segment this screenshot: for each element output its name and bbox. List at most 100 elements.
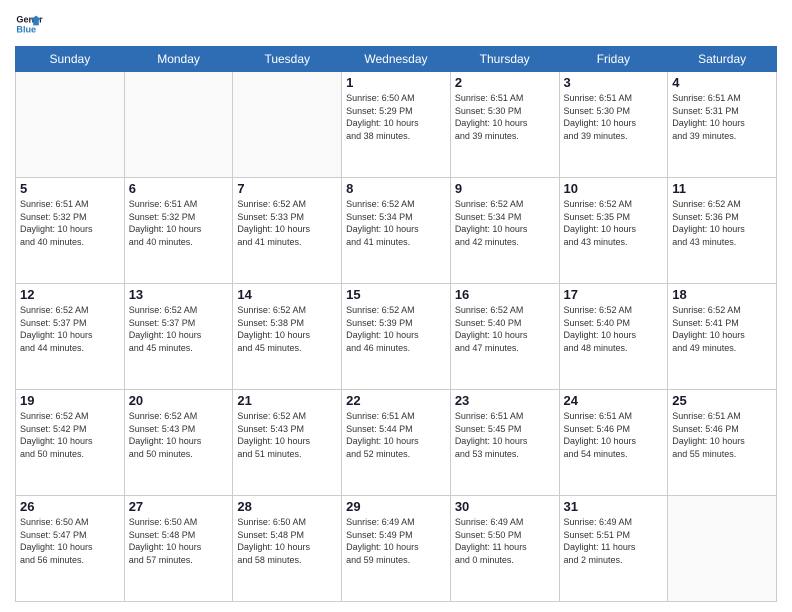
calendar-cell: 16Sunrise: 6:52 AM Sunset: 5:40 PM Dayli…	[450, 284, 559, 390]
calendar-cell: 29Sunrise: 6:49 AM Sunset: 5:49 PM Dayli…	[342, 496, 451, 602]
day-number: 31	[564, 499, 664, 514]
day-number: 21	[237, 393, 337, 408]
day-info: Sunrise: 6:50 AM Sunset: 5:29 PM Dayligh…	[346, 92, 446, 142]
page: General Blue SundayMondayTuesdayWednesda…	[0, 0, 792, 612]
logo: General Blue	[15, 10, 43, 38]
week-row-3: 19 Sunrise: 6:52 AM Sunset: 5:42 PM Dayli…	[16, 390, 777, 496]
day-info: Sunrise: 6:50 AM Sunset: 5:47 PM Dayligh…	[20, 516, 120, 566]
day-number: 6	[129, 181, 229, 196]
day-number: 25	[672, 393, 772, 408]
calendar-cell: 12 Sunrise: 6:52 AM Sunset: 5:37 PM Dayli…	[16, 284, 125, 390]
day-info: Sunrise: 6:52 AM Sunset: 5:34 PM Dayligh…	[455, 198, 555, 248]
day-info: Sunrise: 6:52 AM Sunset: 5:37 PM Dayligh…	[129, 304, 229, 354]
week-row-0: 1 Sunrise: 6:50 AM Sunset: 5:29 PM Daylig…	[16, 72, 777, 178]
calendar-cell: 2 Sunrise: 6:51 AM Sunset: 5:30 PM Daylig…	[450, 72, 559, 178]
day-number: 16	[455, 287, 555, 302]
day-number: 11	[672, 181, 772, 196]
day-info: Sunrise: 6:49 AM Sunset: 5:51 PM Dayligh…	[564, 516, 664, 566]
day-number: 19	[20, 393, 120, 408]
day-number: 13	[129, 287, 229, 302]
day-number: 17	[564, 287, 664, 302]
calendar-cell: 17 Sunrise: 6:52 AM Sunset: 5:40 PM Dayli…	[559, 284, 668, 390]
day-info: Sunrise: 6:50 AM Sunset: 5:48 PM Dayligh…	[129, 516, 229, 566]
day-info: Sunrise: 6:51 AM Sunset: 5:46 PM Dayligh…	[672, 410, 772, 460]
day-info: Sunrise: 6:52 AM Sunset: 5:33 PM Dayligh…	[237, 198, 337, 248]
day-info: Sunrise: 6:51 AM Sunset: 5:30 PM Dayligh…	[455, 92, 555, 142]
day-info: Sunrise: 6:49 AM Sunset: 5:50 PM Dayligh…	[455, 516, 555, 566]
day-number: 8	[346, 181, 446, 196]
day-number: 9	[455, 181, 555, 196]
calendar-cell: 11Sunrise: 6:52 AM Sunset: 5:36 PM Dayli…	[668, 178, 777, 284]
calendar-cell	[233, 72, 342, 178]
day-number: 27	[129, 499, 229, 514]
day-info: Sunrise: 6:50 AM Sunset: 5:48 PM Dayligh…	[237, 516, 337, 566]
header: General Blue	[15, 10, 777, 38]
weekday-header-tuesday: Tuesday	[233, 47, 342, 72]
day-info: Sunrise: 6:52 AM Sunset: 5:43 PM Dayligh…	[237, 410, 337, 460]
day-info: Sunrise: 6:52 AM Sunset: 5:38 PM Dayligh…	[237, 304, 337, 354]
weekday-header-row: SundayMondayTuesdayWednesdayThursdayFrid…	[16, 47, 777, 72]
calendar-cell	[124, 72, 233, 178]
day-info: Sunrise: 6:52 AM Sunset: 5:39 PM Dayligh…	[346, 304, 446, 354]
logo-icon: General Blue	[15, 10, 43, 38]
calendar-cell: 25 Sunrise: 6:51 AM Sunset: 5:46 PM Dayli…	[668, 390, 777, 496]
calendar-cell: 10Sunrise: 6:52 AM Sunset: 5:35 PM Dayli…	[559, 178, 668, 284]
day-number: 30	[455, 499, 555, 514]
calendar-cell: 18 Sunrise: 6:52 AM Sunset: 5:41 PM Dayli…	[668, 284, 777, 390]
calendar-cell: 6 Sunrise: 6:51 AM Sunset: 5:32 PM Daylig…	[124, 178, 233, 284]
day-number: 1	[346, 75, 446, 90]
day-info: Sunrise: 6:51 AM Sunset: 5:32 PM Dayligh…	[20, 198, 120, 248]
day-info: Sunrise: 6:51 AM Sunset: 5:32 PM Dayligh…	[129, 198, 229, 248]
day-info: Sunrise: 6:52 AM Sunset: 5:37 PM Dayligh…	[20, 304, 120, 354]
calendar-cell: 19 Sunrise: 6:52 AM Sunset: 5:42 PM Dayli…	[16, 390, 125, 496]
day-number: 5	[20, 181, 120, 196]
day-info: Sunrise: 6:51 AM Sunset: 5:45 PM Dayligh…	[455, 410, 555, 460]
day-info: Sunrise: 6:52 AM Sunset: 5:40 PM Dayligh…	[564, 304, 664, 354]
calendar-cell: 5 Sunrise: 6:51 AM Sunset: 5:32 PM Daylig…	[16, 178, 125, 284]
day-number: 3	[564, 75, 664, 90]
calendar-table: SundayMondayTuesdayWednesdayThursdayFrid…	[15, 46, 777, 602]
day-number: 23	[455, 393, 555, 408]
calendar-cell: 14Sunrise: 6:52 AM Sunset: 5:38 PM Dayli…	[233, 284, 342, 390]
calendar-cell: 8Sunrise: 6:52 AM Sunset: 5:34 PM Daylig…	[342, 178, 451, 284]
calendar-cell	[668, 496, 777, 602]
week-row-1: 5 Sunrise: 6:51 AM Sunset: 5:32 PM Daylig…	[16, 178, 777, 284]
day-number: 18	[672, 287, 772, 302]
week-row-4: 26 Sunrise: 6:50 AM Sunset: 5:47 PM Dayli…	[16, 496, 777, 602]
calendar-cell: 28 Sunrise: 6:50 AM Sunset: 5:48 PM Dayli…	[233, 496, 342, 602]
week-row-2: 12 Sunrise: 6:52 AM Sunset: 5:37 PM Dayli…	[16, 284, 777, 390]
day-info: Sunrise: 6:51 AM Sunset: 5:46 PM Dayligh…	[564, 410, 664, 460]
weekday-header-saturday: Saturday	[668, 47, 777, 72]
weekday-header-sunday: Sunday	[16, 47, 125, 72]
day-number: 24	[564, 393, 664, 408]
svg-text:Blue: Blue	[16, 24, 36, 34]
day-number: 26	[20, 499, 120, 514]
day-number: 12	[20, 287, 120, 302]
weekday-header-monday: Monday	[124, 47, 233, 72]
day-info: Sunrise: 6:51 AM Sunset: 5:30 PM Dayligh…	[564, 92, 664, 142]
calendar-cell: 22Sunrise: 6:51 AM Sunset: 5:44 PM Dayli…	[342, 390, 451, 496]
calendar-cell: 9 Sunrise: 6:52 AM Sunset: 5:34 PM Daylig…	[450, 178, 559, 284]
calendar-cell: 26 Sunrise: 6:50 AM Sunset: 5:47 PM Dayli…	[16, 496, 125, 602]
calendar-cell: 21 Sunrise: 6:52 AM Sunset: 5:43 PM Dayli…	[233, 390, 342, 496]
day-number: 15	[346, 287, 446, 302]
calendar-cell: 20Sunrise: 6:52 AM Sunset: 5:43 PM Dayli…	[124, 390, 233, 496]
weekday-header-thursday: Thursday	[450, 47, 559, 72]
day-number: 28	[237, 499, 337, 514]
calendar-cell: 13 Sunrise: 6:52 AM Sunset: 5:37 PM Dayli…	[124, 284, 233, 390]
calendar-cell: 15 Sunrise: 6:52 AM Sunset: 5:39 PM Dayli…	[342, 284, 451, 390]
day-info: Sunrise: 6:49 AM Sunset: 5:49 PM Dayligh…	[346, 516, 446, 566]
calendar-cell	[16, 72, 125, 178]
weekday-header-friday: Friday	[559, 47, 668, 72]
calendar-cell: 30 Sunrise: 6:49 AM Sunset: 5:50 PM Dayli…	[450, 496, 559, 602]
day-info: Sunrise: 6:52 AM Sunset: 5:42 PM Dayligh…	[20, 410, 120, 460]
day-info: Sunrise: 6:52 AM Sunset: 5:43 PM Dayligh…	[129, 410, 229, 460]
weekday-header-wednesday: Wednesday	[342, 47, 451, 72]
day-number: 4	[672, 75, 772, 90]
calendar-cell: 31 Sunrise: 6:49 AM Sunset: 5:51 PM Dayli…	[559, 496, 668, 602]
calendar-cell: 1 Sunrise: 6:50 AM Sunset: 5:29 PM Daylig…	[342, 72, 451, 178]
day-info: Sunrise: 6:52 AM Sunset: 5:41 PM Dayligh…	[672, 304, 772, 354]
calendar-cell: 7Sunrise: 6:52 AM Sunset: 5:33 PM Daylig…	[233, 178, 342, 284]
day-number: 2	[455, 75, 555, 90]
calendar-cell: 3 Sunrise: 6:51 AM Sunset: 5:30 PM Daylig…	[559, 72, 668, 178]
